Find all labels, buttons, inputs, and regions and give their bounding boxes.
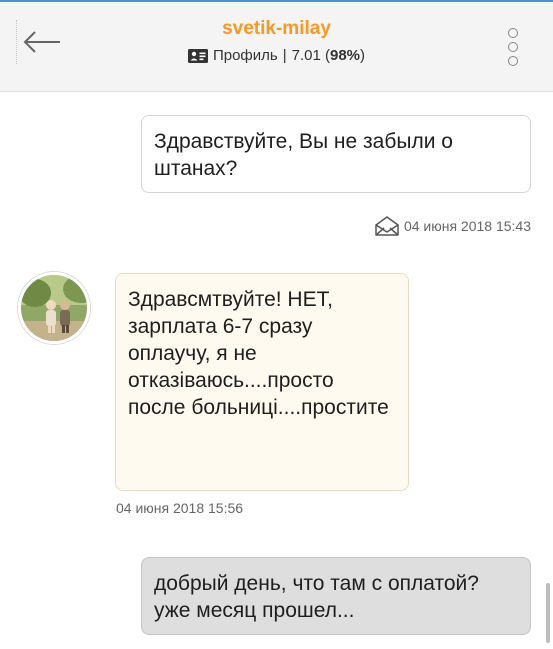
separator: |	[282, 47, 287, 64]
avatar-photo	[21, 275, 87, 341]
avatar[interactable]	[18, 272, 90, 344]
rating-number: 7.01	[291, 47, 321, 64]
more-menu-button[interactable]	[498, 22, 528, 72]
profile-link[interactable]: Профиль	[213, 47, 278, 64]
paren-close: )	[360, 47, 366, 64]
menu-dot	[508, 28, 518, 38]
rating-value: 7.01 (98%)	[292, 47, 365, 64]
message-meta: 04 июня 2018 15:43	[374, 215, 531, 237]
menu-dot	[508, 42, 518, 52]
message-timestamp: 04 июня 2018 15:43	[403, 218, 531, 234]
username-title[interactable]: svetik-milay	[0, 18, 553, 40]
menu-dot	[508, 56, 518, 66]
envelope-open-icon	[375, 216, 399, 236]
profile-info[interactable]: Профиль | 7.01 (98%)	[0, 47, 553, 64]
id-card-icon	[187, 48, 208, 63]
incoming-message[interactable]: Здравсмтвуйте! НЕТ, зарплата 6-7 сразу о…	[115, 273, 409, 491]
rating-percent: 98%	[330, 47, 361, 64]
message-timestamp: 04 июня 2018 15:56	[116, 500, 244, 516]
scrollbar[interactable]	[546, 583, 550, 643]
outgoing-message[interactable]: добрый день, что там с оплатой? уже меся…	[141, 557, 531, 635]
chat-header: svetik-milay Профиль | 7.01 (98%)	[0, 0, 553, 92]
outgoing-message[interactable]: Здравствуйте, Вы не забыли о штанах?	[141, 115, 531, 193]
